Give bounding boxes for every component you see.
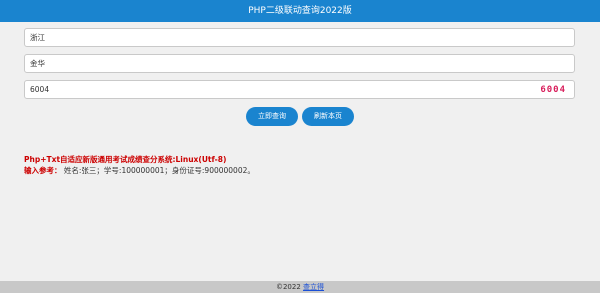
captcha-image[interactable]: 6004 (540, 81, 566, 100)
captcha-input-value: 6004 (30, 85, 50, 94)
copyright-text: ©2022 (275, 283, 301, 291)
page: PHP二级联动查询2022版 浙江 金华 6004 6004 立即查询 刷新本页… (0, 0, 600, 293)
page-header: PHP二级联动查询2022版 (0, 0, 600, 22)
input-example-text: 姓名:张三；学号:100000001；身份证号:900000002。 (63, 166, 255, 175)
footer-link[interactable]: 查立得 (303, 283, 324, 291)
query-button[interactable]: 立即查询 (246, 107, 298, 126)
input-example-label: 输入参考： (24, 166, 62, 175)
captcha-input[interactable]: 6004 6004 (24, 80, 575, 99)
system-title: Php+Txt自适应新版通用考试成绩查分系统:Linux(Utf-8) (24, 155, 227, 164)
footer: ©2022 查立得 (0, 281, 600, 293)
refresh-button[interactable]: 刷新本页 (302, 107, 354, 126)
city-value: 金华 (30, 59, 45, 68)
page-title: PHP二级联动查询2022版 (248, 6, 352, 16)
input-example: 输入参考： 姓名:张三；学号:100000001；身份证号:900000002。 (24, 165, 255, 176)
city-field[interactable]: 金华 (24, 54, 575, 73)
province-value: 浙江 (30, 33, 45, 42)
province-field[interactable]: 浙江 (24, 28, 575, 47)
